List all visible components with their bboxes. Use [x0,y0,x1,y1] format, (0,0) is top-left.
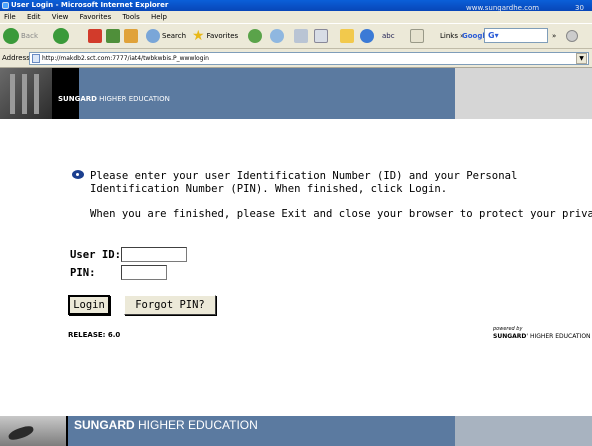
header-black-strip [52,68,79,119]
refresh-icon [106,29,120,43]
refresh-button[interactable] [106,27,120,45]
menu-favorites[interactable]: Favorites [80,13,112,21]
edit-button[interactable] [314,27,328,45]
menu-file[interactable]: File [4,13,16,21]
header-grey-block [455,68,592,119]
header-photo [0,68,52,119]
menu-help[interactable]: Help [151,13,167,21]
footer-black-strip [66,416,68,446]
menu-tools[interactable]: Tools [122,13,139,21]
forward-button[interactable] [53,27,69,45]
footer-url[interactable]: www.sungardhe.com [466,4,539,12]
privacy-note: When you are finished, please Exit and c… [90,208,592,220]
favorites-button[interactable]: ★ Favorites [192,27,238,45]
settings-icon [566,30,578,42]
powered-by-label: powered by [493,326,523,332]
ie-icon [2,2,9,9]
messenger-button[interactable] [360,27,374,45]
user-id-input[interactable] [121,247,187,262]
mail-button[interactable] [270,27,284,45]
print-icon [294,29,308,43]
research-icon [410,29,424,43]
address-label: Address [2,54,30,62]
footer-logo: SUNGARD HIGHER EDUCATION [74,418,258,432]
history-button[interactable] [248,27,262,45]
page-header-banner: SUNGARD HIGHER EDUCATION [0,68,592,119]
user-id-label: User ID: [70,249,122,261]
menu-bar: File Edit View Favorites Tools Help [0,11,592,23]
toolbar: Back Search ★ Favorites abc Links » Goog… [0,23,592,49]
home-button[interactable] [124,27,138,45]
page-footer-banner: SUNGARD HIGHER EDUCATION [0,416,592,446]
menu-edit[interactable]: Edit [27,13,41,21]
search-icon [146,29,160,43]
footer-grey-block [455,416,592,446]
address-input[interactable]: http://makdb2.sct.com:7777/iat4/twbkwbis… [29,52,589,65]
login-button[interactable]: Login [68,295,110,315]
window-title: User Login - Microsoft Internet Explorer [11,1,169,9]
address-bar: Address http://makdb2.sct.com:7777/iat4/… [0,49,592,68]
page-icon [32,54,40,63]
stop-button[interactable] [88,27,102,45]
info-icon [72,170,87,181]
footer-photo [0,416,66,446]
release-label: RELEASE: 6.0 [68,331,121,339]
edit-icon [314,29,328,43]
powered-by-logo: SUNGARD' HIGHER EDUCATION [493,333,591,340]
spellcheck-icon: abc [382,32,395,40]
folder-button[interactable] [340,27,354,45]
settings-button[interactable] [566,27,578,45]
mail-icon [270,29,284,43]
forgot-pin-button[interactable]: Forgot PIN? [124,295,216,315]
links-button[interactable]: Links » [440,27,464,45]
back-button[interactable]: Back [3,27,38,45]
folder-icon [340,29,354,43]
home-icon [124,29,138,43]
globe-icon [360,29,374,43]
search-button[interactable]: Search [146,27,186,45]
footer-page-number: 30 [575,4,584,12]
favorites-star-icon: ★ [192,28,205,44]
pin-input[interactable] [121,265,167,280]
research-button[interactable] [410,27,424,45]
back-arrow-icon [3,28,19,44]
toolbar-overflow-chevron[interactable]: » [552,27,556,45]
forward-arrow-icon [53,28,69,44]
chevron-down-icon[interactable]: ▼ [576,53,587,64]
google-search-input[interactable]: G▾ [484,28,548,43]
chevron-right-icon: » [552,32,557,40]
login-instructions: Please enter your user Identification Nu… [90,170,518,195]
print-button[interactable] [294,27,308,45]
address-url: http://makdb2.sct.com:7777/iat4/twbkwbis… [42,55,209,62]
spellcheck-button[interactable]: abc [382,27,395,45]
stop-icon [88,29,102,43]
header-logo: SUNGARD HIGHER EDUCATION [58,95,170,103]
pin-label: PIN: [70,267,96,279]
history-icon [248,29,262,43]
menu-view[interactable]: View [52,13,69,21]
